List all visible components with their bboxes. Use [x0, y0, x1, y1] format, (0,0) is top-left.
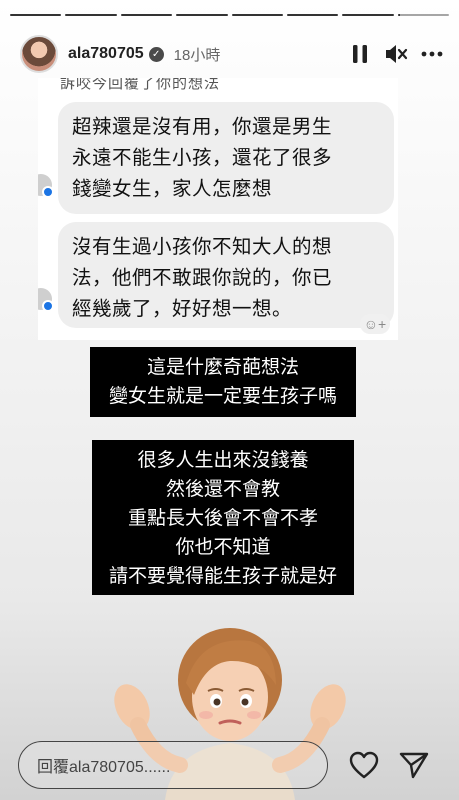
progress-segment [120, 14, 173, 16]
pause-icon[interactable] [345, 39, 375, 69]
message-line: 錢變女生，家人怎麼想 [72, 178, 273, 200]
caption-box: 這是什麼奇葩想法 變女生就是一定要生孩子嗎 [90, 347, 356, 417]
progress-segment [65, 14, 117, 16]
progress-segment [10, 14, 62, 16]
avatar[interactable] [20, 35, 58, 73]
username[interactable]: ala780705 [68, 45, 144, 63]
caption-line: 請不要覺得能生孩子就是好 [108, 566, 337, 587]
story-progress-bar [10, 14, 449, 16]
add-reaction-icon: ☺+ [360, 314, 390, 334]
messenger-icon [38, 174, 54, 198]
progress-segment [231, 14, 283, 16]
message-line: 永遠不能生小孩，還花了很多 [72, 147, 333, 169]
more-dots-icon[interactable] [417, 39, 447, 69]
muted-speaker-icon[interactable] [381, 39, 411, 69]
message-bubble: 超辣還是沒有用，你還是男生 永遠不能生小孩，還花了很多 錢變女生，家人怎麼想 [58, 102, 394, 214]
message-line: 超辣還是沒有用，你還是男生 [72, 116, 333, 138]
progress-segment [342, 14, 394, 16]
verified-badge-icon: ✓ [148, 46, 164, 62]
progress-segment [286, 14, 339, 16]
story-viewer[interactable]: ala780705 ✓ 18小時 訴咬今回覆了你的想法 超辣還是沒有用，你還是男… [0, 0, 459, 800]
caption-line: 這是什麼奇葩想法 [146, 357, 299, 378]
cut-off-text: 訴咬今回覆了你的想法 [60, 78, 221, 92]
reply-placeholder: 回覆ala780705...... [37, 759, 171, 776]
caption-line: 重點長大後會不會不孝 [127, 508, 318, 529]
caption-line: 很多人生出來沒錢養 [137, 450, 309, 471]
caption-line: 變女生就是一定要生孩子嗎 [108, 386, 337, 407]
send-icon[interactable] [398, 749, 430, 781]
caption-line: 然後還不會教 [165, 479, 280, 500]
messenger-icon [38, 288, 54, 312]
progress-segment [176, 14, 228, 16]
caption-line: 你也不知道 [175, 537, 271, 558]
chat-screenshot: 訴咬今回覆了你的想法 超辣還是沒有用，你還是男生 永遠不能生小孩，還花了很多 錢… [38, 78, 398, 340]
progress-segment-current [397, 14, 449, 16]
caption-box: 很多人生出來沒錢養 然後還不會教 重點長大後會不會不孝 你也不知道 請不要覺得能… [92, 440, 354, 595]
message-line: 法，他們不敢跟你說的，你已 [72, 267, 333, 289]
message-line: 沒有生過小孩你不知大人的想 [72, 236, 333, 258]
story-header: ala780705 ✓ 18小時 [20, 34, 447, 74]
message-bubble: 沒有生過小孩你不知大人的想 法，他們不敢跟你說的，你已 經幾歲了，好好想一想。 [58, 222, 394, 328]
post-time: 18小時 [173, 46, 221, 64]
reply-input[interactable]: 回覆ala780705...... [18, 741, 328, 789]
message-line: 經幾歲了，好好想一想。 [72, 298, 293, 320]
heart-icon[interactable] [348, 749, 380, 781]
